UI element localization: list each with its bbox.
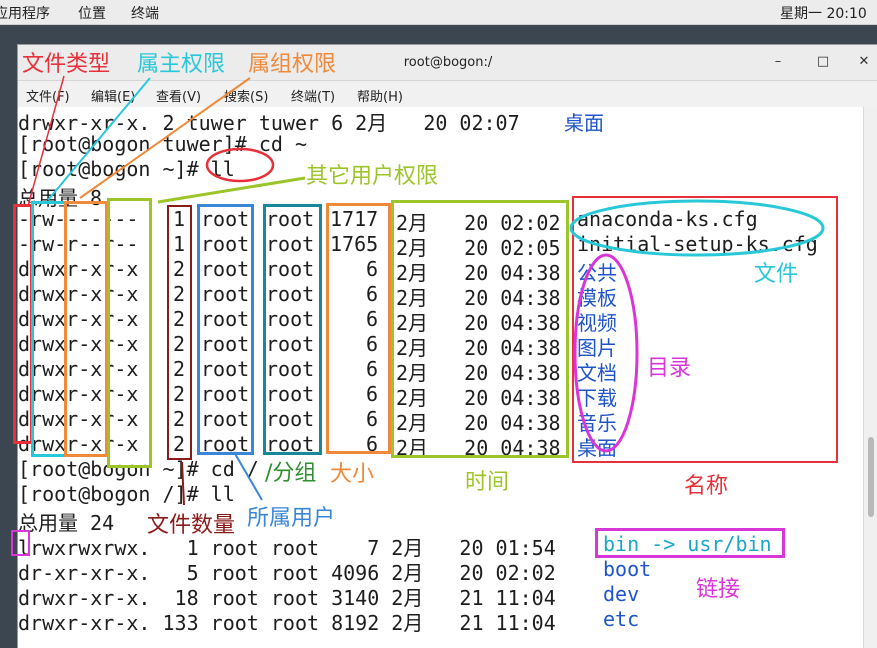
link-label: 链接 [696,577,741,602]
directory-ellipse [573,253,639,453]
group-perm-label: 属组权限 [248,52,337,77]
file-label: 文件 [754,262,799,287]
annotation-shapes [27,75,825,506]
file-count-label: 文件数量 [147,513,236,538]
ll-command-circle [205,147,275,183]
file-type-label: 文件类型 [22,52,111,77]
owner-perm-label: 属主权限 [137,52,226,77]
owner-perm-pointer [47,77,151,201]
owner-pointer [233,451,263,501]
other-perm-label: 其它用户权限 [306,164,439,189]
time-label: 时间 [465,470,510,495]
directory-label: 目录 [647,356,692,381]
file-count-pointer [181,461,185,506]
name-label: 名称 [684,474,729,499]
owner-label: 所属用户 [247,506,336,531]
group-label: /分组 [265,461,317,486]
size-label: 大小 [330,462,375,487]
file-ellipse [569,199,825,257]
